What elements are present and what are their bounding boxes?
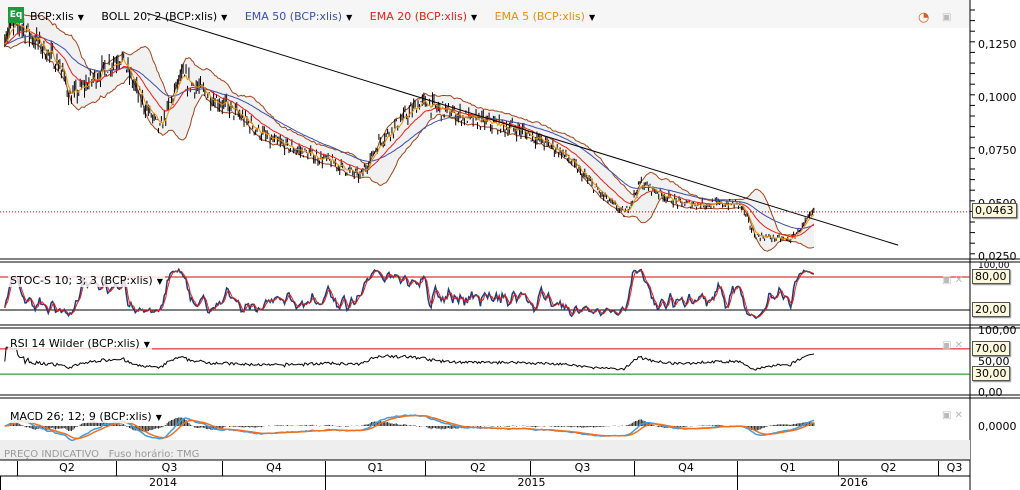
quarter-label: Q4 (222, 461, 325, 476)
price-tick: 0,0750 (978, 144, 1017, 157)
macd-label[interactable]: MACD 26; 12; 9 (BCP:xlis) ▼ (8, 410, 164, 423)
price-tick: 0,1250 (978, 38, 1017, 51)
legend-ema5[interactable]: EMA 5 (BCP:xlis) ▼ (495, 10, 595, 23)
maximize-icon[interactable]: ▣ ✕ (942, 340, 963, 351)
year-label: 2014 (0, 476, 325, 490)
macd-tick: 0,0000 (978, 420, 1017, 433)
rsi-lower-tag: 30,00 (972, 366, 1010, 381)
dropdown-icon: ▼ (346, 13, 353, 22)
rsi-tick: 100,00 (978, 324, 1017, 337)
dropdown-icon: ▼ (588, 13, 596, 22)
year-label: 2015 (325, 476, 737, 490)
quarter-label: Q3 (116, 461, 222, 476)
quarter-label: Q1 (737, 461, 838, 476)
quarter-label: Q2 (838, 461, 938, 476)
legend-ema20[interactable]: EMA 20 (BCP:xlis) ▼ (370, 10, 477, 23)
stoch-lower-tag: 20,00 (972, 302, 1010, 317)
legend-boll[interactable]: BOLL 20; 2 (BCP:xlis) ▼ (101, 10, 227, 23)
equity-logo: Eq (8, 7, 24, 23)
maximize-icon[interactable]: ▣ ✕ (942, 275, 963, 286)
chart-legend: BCP:xlis ▼ BOLL 20; 2 (BCP:xlis) ▼ EMA 50 … (30, 10, 609, 23)
dropdown-icon: ▼ (77, 13, 84, 22)
last-price-tag: 0,0463 (972, 203, 1017, 218)
rsi-label[interactable]: RSI 14 Wilder (BCP:xlis) ▼ (8, 337, 152, 350)
quarter-label: Q4 (634, 461, 737, 476)
quarter-label: Q2 (425, 461, 530, 476)
stoch-upper-tag: 80,00 (972, 269, 1010, 284)
quarter-label: Q1 (325, 461, 425, 476)
footer-note: PREÇO INDICATIVO Fuso horário: TMG (4, 449, 200, 460)
stoch-label[interactable]: STOC-S 10; 3; 3 (BCP:xlis) ▼ (8, 274, 165, 287)
maximize-icon[interactable]: ▣ ✕ (942, 410, 963, 421)
price-tick: 0,1000 (978, 91, 1017, 104)
quarter-label: Q2 (17, 461, 116, 476)
dropdown-icon: ▼ (471, 13, 478, 22)
quarter-label: Q3 (530, 461, 634, 476)
dropdown-icon: ▼ (221, 13, 228, 22)
legend-symbol[interactable]: BCP:xlis ▼ (30, 10, 84, 23)
rsi-line (4, 346, 815, 371)
maximize-icon[interactable]: ▣ (942, 12, 951, 23)
rsi-tick: 0,00 (978, 386, 1003, 399)
legend-ema50[interactable]: EMA 50 (BCP:xlis) ▼ (245, 10, 352, 23)
clock-icon[interactable]: ◔ (918, 10, 929, 25)
quarter-label: Q3 (938, 461, 970, 476)
year-label: 2016 (737, 476, 970, 490)
rsi-upper-tag: 70,00 (972, 341, 1010, 356)
